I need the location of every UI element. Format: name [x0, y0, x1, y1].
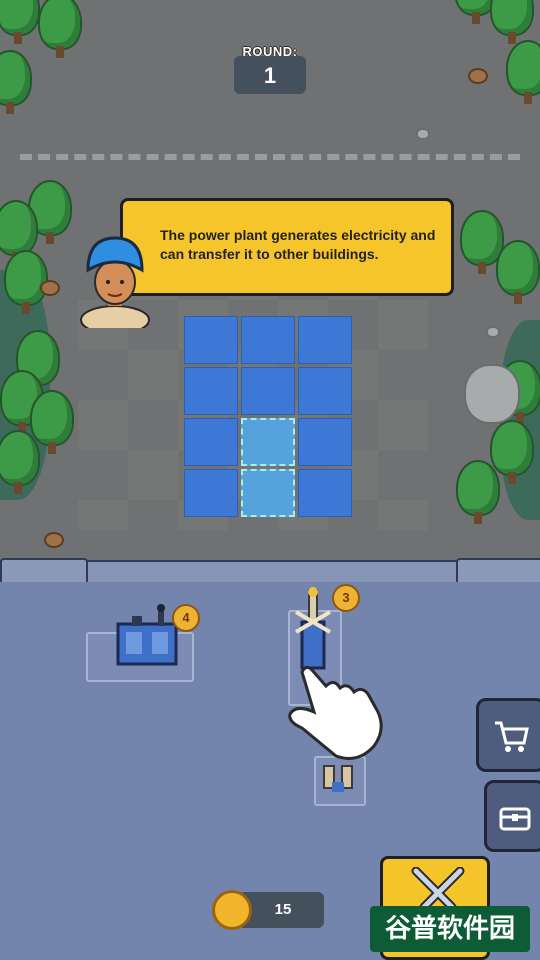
grid-cell[interactable]	[184, 469, 238, 517]
tutorial-text: The power plant generates electricity an…	[160, 227, 436, 262]
power-plant-unit[interactable]	[112, 602, 182, 672]
chest-button[interactable]	[484, 780, 540, 852]
chest-icon	[499, 807, 531, 831]
boundary-dashed-line	[20, 154, 520, 160]
tree-stump	[40, 280, 60, 296]
unit-level-badge: 4	[172, 604, 200, 632]
grid-cell-highlighted[interactable]	[241, 469, 295, 517]
coin-icon	[212, 890, 252, 930]
small-unit[interactable]	[318, 758, 358, 798]
tutorial-hand-pointer	[288, 665, 383, 760]
round-counter: 1	[234, 56, 306, 94]
game-screen: ROUND: 1 The power plant generates elect…	[0, 0, 540, 960]
watermark: 谷普软件园	[370, 906, 530, 952]
coin-amount: 15	[274, 901, 292, 918]
grid-cell[interactable]	[298, 418, 352, 466]
grid-cell[interactable]	[241, 367, 295, 415]
grid-cell[interactable]	[184, 367, 238, 415]
pebble	[416, 128, 430, 140]
grid-cell[interactable]	[184, 316, 238, 364]
grid-cell[interactable]	[184, 418, 238, 466]
tree-stump	[44, 532, 64, 548]
cart-icon	[495, 721, 529, 752]
shop-button[interactable]	[476, 698, 540, 772]
placement-grid[interactable]	[184, 316, 352, 518]
grid-cell[interactable]	[241, 316, 295, 364]
unit-level-badge: 3	[332, 584, 360, 612]
grid-cell[interactable]	[298, 367, 352, 415]
tree-stump	[468, 68, 488, 84]
grid-cell[interactable]	[298, 469, 352, 517]
boulder	[464, 364, 520, 424]
grid-cell[interactable]	[298, 316, 352, 364]
commander-avatar	[80, 236, 150, 328]
grid-cell-highlighted[interactable]	[241, 418, 295, 466]
pebble	[486, 326, 500, 338]
